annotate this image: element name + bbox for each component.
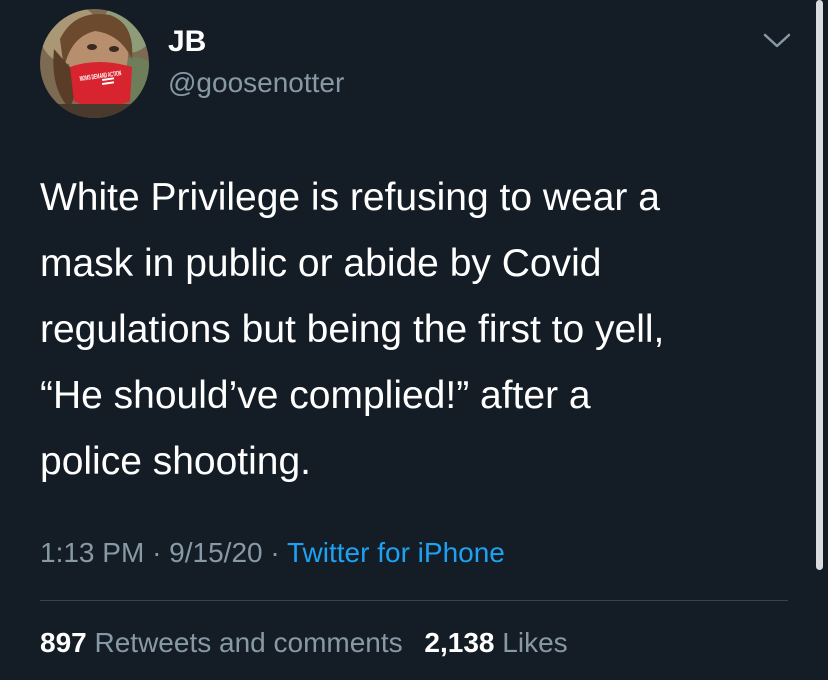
avatar-photo: MOMS DEMAND ACTION	[40, 9, 149, 118]
likes-count: 2,138	[424, 627, 495, 658]
tweet-detail: MOMS DEMAND ACTION JB @goosenotter White…	[0, 0, 828, 680]
retweets-label: Retweets and comments	[94, 627, 403, 658]
scrollbar[interactable]	[816, 0, 823, 570]
avatar[interactable]: MOMS DEMAND ACTION	[40, 9, 149, 118]
tweet-stats: 897 Retweets and comments 2,138 Likes	[40, 624, 568, 662]
author-handle[interactable]: @goosenotter	[168, 66, 344, 100]
divider	[40, 600, 788, 601]
more-options-button[interactable]	[762, 30, 792, 52]
meta-separator: ·	[270, 537, 280, 568]
tweet-source-link[interactable]: Twitter for iPhone	[287, 537, 505, 568]
likes-stat[interactable]: 2,138 Likes	[424, 624, 567, 662]
retweets-stat[interactable]: 897 Retweets and comments	[40, 624, 403, 662]
likes-label: Likes	[502, 627, 568, 658]
tweet-time: 1:13 PM	[40, 537, 145, 568]
chevron-down-icon	[763, 33, 791, 48]
tweet-text: White Privilege is refusing to wear a ma…	[40, 176, 665, 483]
tweet-date: 9/15/20	[169, 537, 263, 568]
meta-separator: ·	[152, 537, 162, 568]
tweet-meta: 1:13 PM · 9/15/20 · Twitter for iPhone	[40, 534, 505, 572]
retweets-count: 897	[40, 627, 87, 658]
author-name[interactable]: JB	[168, 24, 206, 60]
